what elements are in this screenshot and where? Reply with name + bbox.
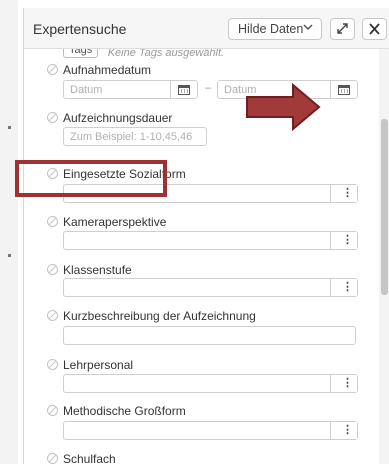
grossform-select[interactable]: ⋮ xyxy=(63,421,358,440)
tags-row: Tags Keine Tags ausgewählt. xyxy=(63,49,224,59)
tags-chip[interactable]: Tags xyxy=(63,49,99,58)
field-label-lehrpersonal: Lehrpersonal xyxy=(47,358,133,372)
field-label-aufnahmedatum: Aufnahmedatum xyxy=(47,63,151,77)
scrollbar-thumb[interactable] xyxy=(381,119,388,295)
field-label-aufzeichnungsdauer: Aufzeichnungsdauer xyxy=(47,111,172,125)
ban-icon xyxy=(47,264,58,275)
field-label-kurzbeschreibung: Kurzbeschreibung der Aufzeichnung xyxy=(47,309,256,323)
kurzbeschreibung-input[interactable] xyxy=(63,326,356,345)
field-label-grossform: Methodische Großform xyxy=(47,404,186,418)
expand-button[interactable] xyxy=(330,18,355,40)
field-label-klassenstufe: Klassenstufe xyxy=(47,263,132,277)
tags-empty-text: Keine Tags ausgewählt. xyxy=(107,49,225,59)
options-button[interactable]: ⋮ xyxy=(330,279,357,296)
background-dot xyxy=(8,126,11,129)
chevron-down-icon xyxy=(302,21,314,36)
background-page xyxy=(0,0,18,464)
more-vertical-icon: ⋮ xyxy=(342,187,353,199)
options-button[interactable]: ⋮ xyxy=(330,185,357,202)
ban-icon xyxy=(47,359,58,370)
date-range-separator: – xyxy=(205,82,212,94)
options-button[interactable]: ⋮ xyxy=(330,422,357,439)
search-form: Tags Keine Tags ausgewählt. Aufnahmedatu… xyxy=(24,49,379,464)
close-icon xyxy=(369,23,380,35)
ban-icon xyxy=(47,64,58,75)
duration-input[interactable]: Zum Beispiel: 1-10,45,46 xyxy=(63,127,207,146)
more-vertical-icon: ⋮ xyxy=(342,424,353,436)
field-label-schulfach: Schulfach xyxy=(47,452,116,464)
calendar-button[interactable] xyxy=(330,81,357,98)
more-vertical-icon: ⋮ xyxy=(342,281,353,293)
date-from-input[interactable]: Datum xyxy=(63,80,198,99)
ban-icon xyxy=(47,453,58,464)
hide-data-button[interactable]: Hilde Daten xyxy=(228,18,322,40)
background-dot xyxy=(8,254,11,257)
annotation-arrow-icon xyxy=(246,83,321,131)
expand-icon xyxy=(337,23,348,34)
panel-header: Expertensuche Hilde Daten xyxy=(24,8,389,49)
klassenstufe-select[interactable]: ⋮ xyxy=(63,278,358,297)
calendar-icon xyxy=(178,85,190,95)
calendar-icon xyxy=(338,85,350,95)
scrollbar[interactable] xyxy=(379,49,389,464)
close-button[interactable] xyxy=(362,18,387,40)
more-vertical-icon: ⋮ xyxy=(342,377,353,389)
hide-data-label: Hilde Daten xyxy=(238,22,304,36)
annotation-highlight-box xyxy=(15,160,167,197)
expert-search-panel: Expertensuche Hilde Daten Tags Keine Tag… xyxy=(23,8,389,464)
field-label-kameraperspektive: Kameraperspektive xyxy=(47,215,166,229)
calendar-button[interactable] xyxy=(170,81,197,98)
more-vertical-icon: ⋮ xyxy=(342,234,353,246)
ban-icon xyxy=(47,112,58,123)
ban-icon xyxy=(47,405,58,416)
options-button[interactable]: ⋮ xyxy=(330,232,357,249)
ban-icon xyxy=(47,216,58,227)
ban-icon xyxy=(47,310,58,321)
options-button[interactable]: ⋮ xyxy=(330,375,357,392)
lehrpersonal-select[interactable]: ⋮ xyxy=(63,374,358,393)
kameraperspektive-select[interactable]: ⋮ xyxy=(63,231,358,250)
panel-title: Expertensuche xyxy=(33,21,127,37)
